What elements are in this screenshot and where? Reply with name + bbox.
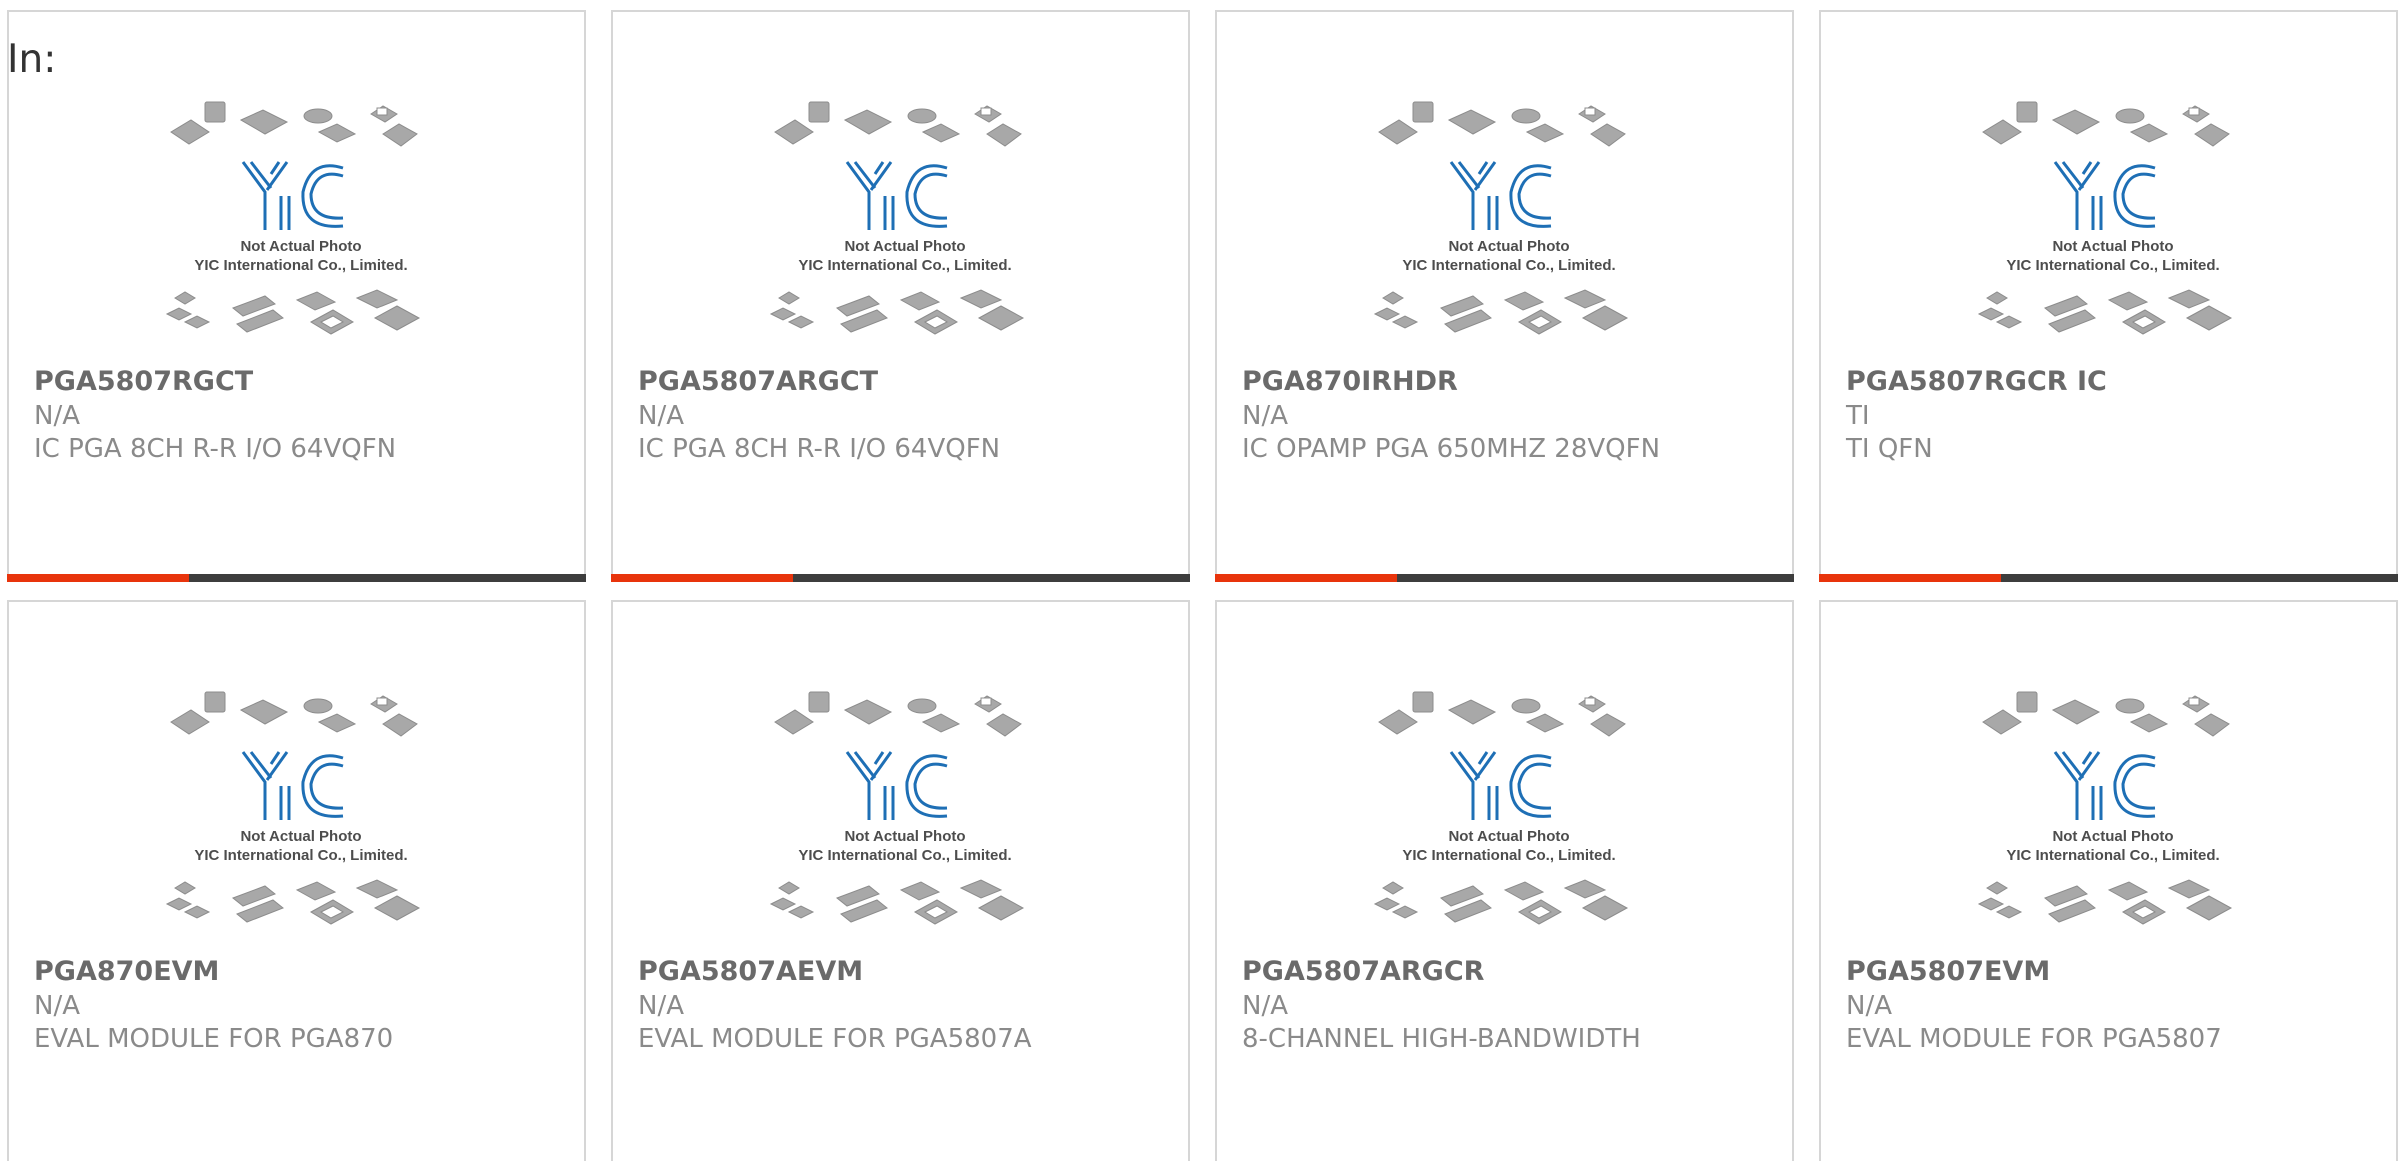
photo-caption-line2: YIC International Co., Limited. bbox=[194, 257, 407, 274]
product-grid-page: In: Not Actual Photo YIC International C… bbox=[0, 0, 2400, 1161]
yic-logo bbox=[241, 751, 344, 820]
description: 8-CHANNEL HIGH-BANDWIDTH bbox=[1242, 1024, 1641, 1054]
chip-icons-top bbox=[774, 691, 1022, 737]
part-number[interactable]: PGA5807RGCR IC bbox=[1846, 366, 2107, 397]
manufacturer: N/A bbox=[638, 991, 684, 1021]
photo-caption-line1: Not Actual Photo bbox=[1448, 828, 1569, 845]
photo-caption-line2: YIC International Co., Limited. bbox=[798, 257, 1011, 274]
photo-caption-line2: YIC International Co., Limited. bbox=[1402, 847, 1615, 864]
description: EVAL MODULE FOR PGA5807 bbox=[1846, 1024, 2222, 1054]
product-card-4[interactable]: Not Actual Photo YIC International Co., … bbox=[1819, 10, 2398, 582]
description: TI QFN bbox=[1846, 434, 1933, 464]
placeholder-photo: Not Actual Photo YIC International Co., … bbox=[1977, 691, 2233, 925]
chip-icons-bottom bbox=[1977, 289, 2233, 335]
photo-caption-line2: YIC International Co., Limited. bbox=[798, 847, 1011, 864]
manufacturer: N/A bbox=[34, 991, 80, 1021]
product-card-1[interactable]: Not Actual Photo YIC International Co., … bbox=[7, 10, 586, 582]
card-bottom-bar bbox=[7, 574, 586, 582]
card-accent-bar bbox=[611, 574, 793, 582]
yic-logo bbox=[2053, 751, 2156, 820]
photo-caption-line1: Not Actual Photo bbox=[2052, 828, 2173, 845]
manufacturer: N/A bbox=[1846, 991, 1892, 1021]
manufacturer: N/A bbox=[638, 401, 684, 431]
chip-icons-top bbox=[774, 101, 1022, 147]
photo-caption-line1: Not Actual Photo bbox=[1448, 238, 1569, 255]
yic-logo bbox=[1449, 161, 1552, 230]
card-bottom-bar bbox=[611, 574, 1190, 582]
chip-icons-bottom bbox=[769, 879, 1025, 925]
placeholder-photo: Not Actual Photo YIC International Co., … bbox=[165, 691, 421, 925]
in-label: In: bbox=[7, 37, 57, 82]
photo-caption-line2: YIC International Co., Limited. bbox=[2006, 847, 2219, 864]
manufacturer: N/A bbox=[1242, 991, 1288, 1021]
product-card-7[interactable]: Not Actual Photo YIC International Co., … bbox=[1215, 600, 1794, 1161]
placeholder-photo: Not Actual Photo YIC International Co., … bbox=[1977, 101, 2233, 335]
card-bottom-bar bbox=[1215, 574, 1794, 582]
product-card-8[interactable]: Not Actual Photo YIC International Co., … bbox=[1819, 600, 2398, 1161]
card-accent-bar bbox=[1819, 574, 2001, 582]
part-number[interactable]: PGA5807ARGCT bbox=[638, 366, 878, 397]
chip-icons-top bbox=[170, 691, 418, 737]
photo-caption-line2: YIC International Co., Limited. bbox=[194, 847, 407, 864]
placeholder-photo: Not Actual Photo YIC International Co., … bbox=[1373, 101, 1629, 335]
placeholder-photo: Not Actual Photo YIC International Co., … bbox=[1373, 691, 1629, 925]
photo-caption-line1: Not Actual Photo bbox=[240, 828, 361, 845]
part-number[interactable]: PGA5807RGCT bbox=[34, 366, 253, 397]
manufacturer: N/A bbox=[1242, 401, 1288, 431]
product-card-2[interactable]: Not Actual Photo YIC International Co., … bbox=[611, 10, 1190, 582]
description: EVAL MODULE FOR PGA870 bbox=[34, 1024, 394, 1054]
part-number[interactable]: PGA870IRHDR bbox=[1242, 366, 1458, 397]
placeholder-photo: Not Actual Photo YIC International Co., … bbox=[769, 691, 1025, 925]
description: IC PGA 8CH R-R I/O 64VQFN bbox=[638, 434, 1001, 464]
description: IC PGA 8CH R-R I/O 64VQFN bbox=[34, 434, 397, 464]
chip-icons-bottom bbox=[1373, 289, 1629, 335]
yic-logo bbox=[845, 161, 948, 230]
chip-icons-bottom bbox=[769, 289, 1025, 335]
chip-icons-bottom bbox=[1373, 879, 1629, 925]
chip-icons-top bbox=[1982, 101, 2230, 147]
yic-logo bbox=[1449, 751, 1552, 820]
chip-icons-bottom bbox=[165, 879, 421, 925]
product-card-3[interactable]: Not Actual Photo YIC International Co., … bbox=[1215, 10, 1794, 582]
photo-caption-line1: Not Actual Photo bbox=[844, 828, 965, 845]
description: EVAL MODULE FOR PGA5807A bbox=[638, 1024, 1032, 1054]
manufacturer: TI bbox=[1846, 401, 1870, 431]
photo-caption-line1: Not Actual Photo bbox=[240, 238, 361, 255]
chip-icons-bottom bbox=[1977, 879, 2233, 925]
placeholder-photo: Not Actual Photo YIC International Co., … bbox=[165, 101, 421, 335]
chip-icons-top bbox=[1378, 691, 1626, 737]
placeholder-photo: Not Actual Photo YIC International Co., … bbox=[769, 101, 1025, 335]
chip-icons-bottom bbox=[165, 289, 421, 335]
product-grid: Not Actual Photo YIC International Co., … bbox=[0, 0, 2400, 1161]
yic-logo bbox=[241, 161, 344, 230]
photo-caption-line1: Not Actual Photo bbox=[844, 238, 965, 255]
photo-caption-line1: Not Actual Photo bbox=[2052, 238, 2173, 255]
photo-caption-line2: YIC International Co., Limited. bbox=[1402, 257, 1615, 274]
photo-caption-line2: YIC International Co., Limited. bbox=[2006, 257, 2219, 274]
card-bottom-bar bbox=[1819, 574, 2398, 582]
chip-icons-top bbox=[1378, 101, 1626, 147]
part-number[interactable]: PGA870EVM bbox=[34, 956, 219, 987]
card-accent-bar bbox=[7, 574, 189, 582]
card-accent-bar bbox=[1215, 574, 1397, 582]
yic-logo bbox=[845, 751, 948, 820]
description: IC OPAMP PGA 650MHZ 28VQFN bbox=[1242, 434, 1661, 464]
yic-logo bbox=[2053, 161, 2156, 230]
chip-icons-top bbox=[170, 101, 418, 147]
chip-icons-top bbox=[1982, 691, 2230, 737]
product-card-6[interactable]: Not Actual Photo YIC International Co., … bbox=[611, 600, 1190, 1161]
product-card-5[interactable]: Not Actual Photo YIC International Co., … bbox=[7, 600, 586, 1161]
part-number[interactable]: PGA5807AEVM bbox=[638, 956, 863, 987]
manufacturer: N/A bbox=[34, 401, 80, 431]
part-number[interactable]: PGA5807EVM bbox=[1846, 956, 2050, 987]
part-number[interactable]: PGA5807ARGCR bbox=[1242, 956, 1484, 987]
